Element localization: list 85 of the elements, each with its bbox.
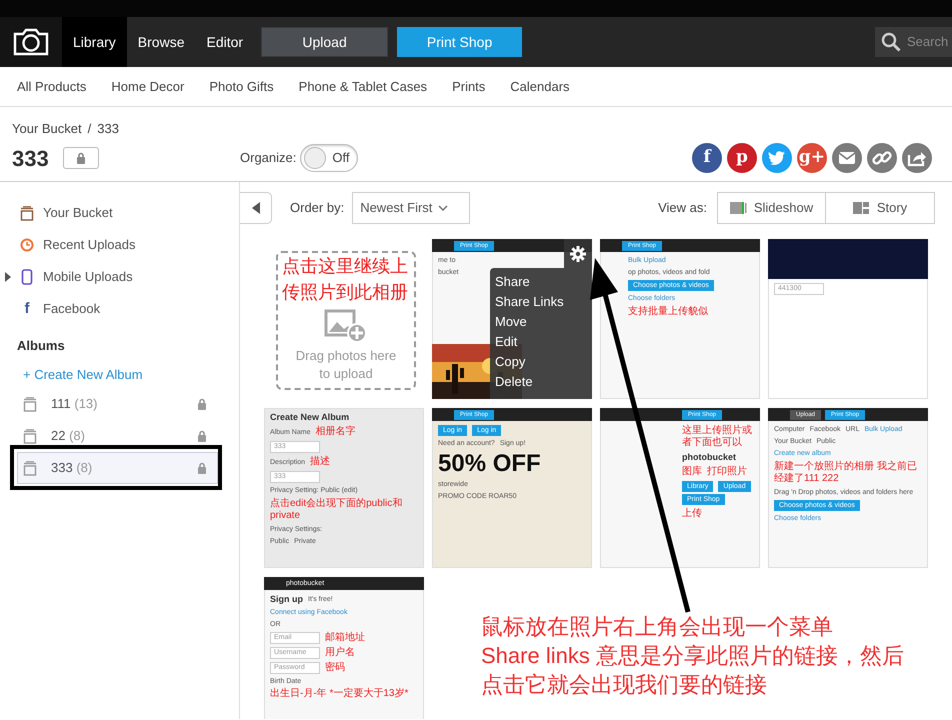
annotation-text: 鼠标放在照片右上角会出现一个菜单	[481, 613, 834, 641]
annotation-text: 描述	[310, 456, 330, 468]
heading-text: Sign up	[270, 594, 303, 605]
view-mode-button[interactable]: Story	[826, 192, 935, 224]
order-label: Order by:	[290, 199, 344, 218]
breadcrumb-link[interactable]: Your Bucket	[12, 119, 82, 139]
view-label: View as:	[658, 199, 707, 218]
upload-button[interactable]: Upload	[261, 27, 388, 57]
annotation-text: 点击edit会出现下面的public和private	[270, 498, 404, 522]
order-select[interactable]: Newest First	[352, 192, 470, 224]
menu-item[interactable]: Share	[495, 272, 587, 292]
annotation-text: Share links 意思是分享此照片的链接，然后	[481, 642, 904, 670]
twitter-share-button[interactable]	[762, 143, 792, 173]
lock-icon	[76, 152, 86, 164]
nav-tab[interactable]: Editor	[195, 17, 254, 67]
organize-toggle[interactable]: Off	[300, 144, 358, 172]
story-icon	[852, 201, 870, 215]
menu-item[interactable]: Delete	[495, 372, 587, 392]
annotation-text: 邮箱地址	[325, 632, 365, 644]
annotation-text: 上传	[682, 508, 702, 520]
back-button[interactable]	[240, 192, 272, 224]
product-nav-link[interactable]: Prints	[452, 76, 486, 96]
camera-icon[interactable]	[14, 28, 48, 56]
product-nav-link[interactable]: All Products	[17, 76, 86, 96]
album-icon	[23, 460, 37, 476]
privacy-button[interactable]	[62, 147, 99, 169]
google-plus-share-button[interactable]: g+	[797, 143, 827, 173]
sidebar-item[interactable]: Mobile Uploads	[0, 261, 239, 293]
slideshow-icon	[730, 201, 747, 215]
settings-button[interactable]	[564, 239, 592, 268]
sidebar-item[interactable]: f Facebook	[0, 293, 239, 325]
link-share-button[interactable]	[867, 143, 897, 173]
album-icon	[23, 428, 37, 444]
annotation-text: 出生日-月-年 *一定要大于13岁*	[270, 688, 408, 700]
album-title: 333	[12, 144, 49, 172]
album-icon	[23, 396, 37, 412]
add-photo-icon	[324, 309, 368, 343]
share-button[interactable]	[902, 143, 932, 173]
menu-item[interactable]: Edit	[495, 332, 587, 352]
facebook-icon: f	[20, 298, 34, 320]
heading-text: photobucket	[682, 452, 736, 463]
annotation-text: 相册名字	[315, 426, 356, 438]
annotation-text: 打印照片	[707, 466, 747, 478]
chevron-icon	[438, 205, 448, 211]
pinterest-share-button[interactable]: p	[727, 143, 757, 173]
annotation-text: 点击它就会出现我们要的链接	[481, 671, 768, 699]
album-item[interactable]: 111 (13)	[17, 388, 218, 420]
annotation-text: 支持批量上传貌似	[628, 306, 708, 318]
menu-item[interactable]: Move	[495, 312, 587, 332]
menu-item[interactable]: Copy	[495, 352, 587, 372]
annotation-text: 点击这里继续上传照片到此相册	[282, 255, 409, 304]
nav-tab[interactable]: Browse	[126, 17, 196, 67]
annotation-text: 新建一个放照片的相册 我之前已经建了111 222	[774, 461, 918, 485]
product-nav-link[interactable]: Photo Gifts	[209, 76, 274, 96]
settings-icon	[570, 246, 586, 262]
album-icon	[20, 206, 34, 220]
upload-dropzone[interactable]: 点击这里继续上传照片到此相册 Drag photos here to upload	[276, 251, 416, 390]
promo-text: 50% OFF	[438, 451, 541, 477]
product-nav-link[interactable]: Calendars	[510, 76, 570, 96]
annotation-text: 密码	[325, 662, 345, 674]
email-share-button[interactable]	[832, 143, 862, 173]
album-item[interactable]: 333 (8)	[17, 452, 218, 484]
nav-tab[interactable]: Library	[62, 17, 127, 67]
annotation-text: 图库	[682, 466, 702, 478]
expand-caret-icon[interactable]	[5, 272, 12, 282]
search-icon	[882, 32, 901, 52]
view-mode-button[interactable]: Slideshow	[717, 192, 826, 224]
breadcrumb-current: 333	[97, 120, 119, 138]
sidebar-item[interactable]: Your Bucket	[0, 197, 239, 229]
product-nav-link[interactable]: Phone & Tablet Cases	[298, 76, 428, 96]
clock-icon	[20, 238, 34, 252]
sidebar-item[interactable]: Recent Uploads	[0, 229, 239, 261]
caret-icon	[252, 202, 260, 214]
heading-text: Create New Album	[270, 412, 350, 423]
phone-icon	[20, 269, 34, 285]
album-item[interactable]: 22 (8)	[17, 420, 218, 452]
breadcrumb-separator: /	[88, 120, 92, 138]
annotation-text: 这里上传照片或者下面也可以	[682, 425, 753, 449]
organize-label: Organize:	[240, 149, 296, 168]
product-nav-link[interactable]: Home Decor	[111, 76, 184, 96]
annotation-text: 用户名	[325, 647, 355, 659]
create-album-link[interactable]: + Create New Album	[23, 362, 239, 388]
facebook-share-button[interactable]: f	[692, 143, 722, 173]
menu-item[interactable]: Share Links	[495, 292, 587, 312]
albums-heading: Albums	[17, 337, 66, 356]
